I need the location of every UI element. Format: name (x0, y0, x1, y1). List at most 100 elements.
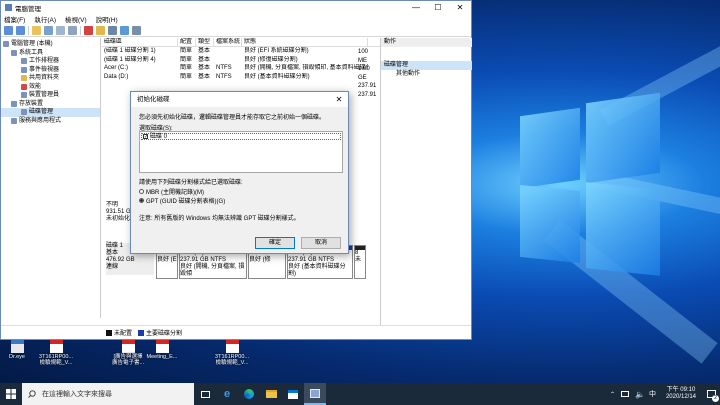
window-titlebar[interactable]: 電腦管理 — ☐ ✕ (1, 1, 471, 14)
forward-icon[interactable] (16, 25, 25, 35)
actions-more[interactable]: 其他動作 (381, 70, 472, 79)
task-view-icon (200, 390, 210, 398)
column-header[interactable]: 類型 (196, 38, 214, 46)
volume-cell: NTFS (216, 73, 232, 80)
app-icon (5, 4, 12, 11)
delete-icon[interactable] (84, 25, 93, 35)
search-icon[interactable] (120, 25, 129, 35)
mbr-radio[interactable]: MBR (主開機記錄)(M) (139, 187, 204, 196)
checkmark-icon[interactable] (96, 25, 105, 35)
dialog-title: 初始化磁碟 (137, 96, 170, 103)
menu-bar: 檔案(F) 執行(A) 檢視(V) 說明(H) (1, 14, 471, 24)
volume-row[interactable]: (磁碟 1 磁碟分割 1) 簡單 基本 良好 (EFI 系統磁碟分割) (102, 47, 380, 56)
notification-button[interactable]: 2 (702, 383, 720, 405)
desktop-icon-pdf[interactable]: 3T161RP00... 檢驗規範_V... (36, 340, 76, 366)
toolbar-separator (80, 25, 81, 35)
legend-label: 未配置 (114, 331, 133, 337)
desktop-icon-pdf[interactable]: 3T161RP00... 檢驗規範_V... (212, 340, 252, 366)
gpt-radio[interactable]: GPT (GUID 磁碟分割表格)(G) (139, 196, 225, 205)
tree-item-event-viewer[interactable]: 事件檢視器 (1, 66, 100, 75)
gpt-label: GPT (GUID 磁碟分割表格)(G) (146, 199, 226, 205)
desktop-icon-label: 廣告電子書... (111, 360, 145, 366)
initialize-disk-dialog: 初始化磁碟 ✕ 您必須先初始化磁碟，邏輯磁碟管理員才能存取它之前初始一個磁碟。 … (130, 91, 349, 254)
dialog-titlebar[interactable]: 初始化磁碟 ✕ (131, 92, 348, 107)
volume-row[interactable]: Data (D:) 簡單 基本 NTFS 良好 (基本資料磁碟分割) (102, 73, 380, 82)
taskbar-app-edge[interactable] (238, 383, 260, 405)
cancel-button[interactable]: 取消 (301, 237, 341, 249)
desktop-icon-dreye[interactable]: Dr.eye (2, 340, 32, 360)
tree-item-label: 共用資料夾 (29, 75, 60, 81)
task-view-button[interactable] (194, 383, 216, 405)
help-icon[interactable] (56, 25, 65, 35)
tree-item-computer-management[interactable]: 電腦管理 (本機) (1, 40, 100, 49)
partition-unallocated[interactable]: 8 未 (354, 245, 366, 279)
disk-list-item[interactable]: ✓ 磁碟 0 (141, 133, 341, 140)
minimize-button[interactable]: — (405, 1, 427, 14)
menu-file[interactable]: 檔案(F) (4, 14, 25, 24)
taskbar-app-explorer[interactable] (260, 383, 282, 405)
column-header[interactable]: 檔案系統 (214, 38, 242, 46)
close-button[interactable]: ✕ (449, 1, 471, 14)
pdf-icon (121, 340, 135, 353)
taskbar-clock[interactable]: 下午 09:10 2020/12/14 (666, 387, 696, 401)
disk1-size: 476.92 GB (106, 257, 135, 263)
volume-cell: 簡單 (180, 73, 193, 80)
tools-icon (11, 49, 17, 56)
desktop-icon-pdf[interactable]: Meeting_E... (142, 340, 182, 360)
taskbar-app-edge-legacy[interactable]: e (216, 383, 238, 405)
volume-cell: 基本 (198, 65, 211, 71)
actions-disk-management[interactable]: 磁碟管理 (381, 61, 472, 70)
menu-action[interactable]: 執行(A) (34, 14, 56, 24)
back-icon[interactable] (4, 25, 13, 35)
rescan-icon[interactable] (132, 25, 141, 35)
taskbar-app-store[interactable] (282, 383, 304, 405)
checkbox-checked-icon[interactable]: ✓ (143, 134, 148, 140)
network-icon[interactable] (621, 391, 629, 397)
dialog-intro: 您必須先初始化磁碟，邏輯磁碟管理員才能存取它之前初始一個磁碟。 (139, 115, 326, 121)
column-header[interactable]: 配置 (178, 38, 196, 46)
legend-label: 主要磁碟分割 (146, 331, 183, 337)
clock-date: 2020/12/14 (665, 394, 696, 400)
chevron-up-icon[interactable]: ⌃ (610, 391, 615, 398)
column-header[interactable]: 狀態 (242, 38, 368, 46)
legend-swatch-primary (138, 329, 145, 336)
open-icon[interactable] (108, 25, 117, 35)
start-button[interactable] (0, 383, 22, 405)
tree-item-disk-management[interactable]: 磁碟管理 (1, 108, 100, 117)
input-method-icon[interactable]: 中 (649, 389, 656, 399)
disk-listbox[interactable]: ✓ 磁碟 0 (139, 131, 343, 173)
list-view-icon[interactable] (68, 25, 77, 35)
column-header[interactable]: 磁碟區 (102, 38, 178, 46)
maximize-button[interactable]: ☐ (427, 1, 449, 14)
dialog-close-icon[interactable]: ✕ (330, 92, 348, 107)
menu-help[interactable]: 說明(H) (96, 14, 118, 24)
desktop-icon-label: Dr.eye (9, 354, 25, 360)
taskbar-app-computer-management[interactable] (304, 383, 326, 405)
tree-item-performance[interactable]: 效能 (1, 83, 100, 92)
volume-cell: 簡單 (180, 65, 193, 71)
taskbar-search-box[interactable]: 在這裡輸入文字來搜尋 (22, 383, 194, 405)
legend-swatch-unallocated (106, 329, 112, 336)
volume-cell: (磁碟 1 磁碟分割 4) (104, 56, 156, 63)
storage-icon (11, 100, 17, 107)
window-title: 電腦管理 (15, 5, 41, 13)
volume-row[interactable]: Acer (C:) 簡單 基本 NTFS 良好 (開機, 分頁檔案, 損毀傾印,… (102, 64, 380, 73)
tree-item-system-tools[interactable]: 系統工具 (1, 49, 100, 58)
volume-cell (214, 47, 242, 56)
properties-icon[interactable] (44, 25, 53, 35)
tree-item-label: 工作排程器 (29, 58, 60, 64)
tree-item-shared-folders[interactable]: 共用資料夾 (1, 74, 100, 83)
edge-icon: e (223, 388, 231, 400)
tree-item-services-apps[interactable]: 服務與應用程式 (1, 117, 100, 126)
capacity-cell: 237.91 (358, 91, 377, 98)
tree-item-storage[interactable]: 存放裝置 (1, 100, 100, 109)
menu-view[interactable]: 檢視(V) (65, 14, 87, 24)
tree-item-task-scheduler[interactable]: 工作排程器 (1, 57, 100, 66)
volume-row[interactable]: (磁碟 1 磁碟分割 4) 簡單 基本 良好 (修復磁碟分割) (102, 56, 380, 65)
volume-cell: 基本 (198, 73, 211, 80)
taskbar: 在這裡輸入文字來搜尋 e ⌃ 🔈 中 下午 09:10 2020/12/14 2 (0, 383, 720, 405)
volume-icon[interactable]: 🔈 (635, 390, 645, 399)
folder-icon[interactable] (32, 25, 41, 35)
ok-button[interactable]: 確定 (255, 237, 295, 249)
tree-item-device-manager[interactable]: 裝置管理員 (1, 91, 100, 100)
